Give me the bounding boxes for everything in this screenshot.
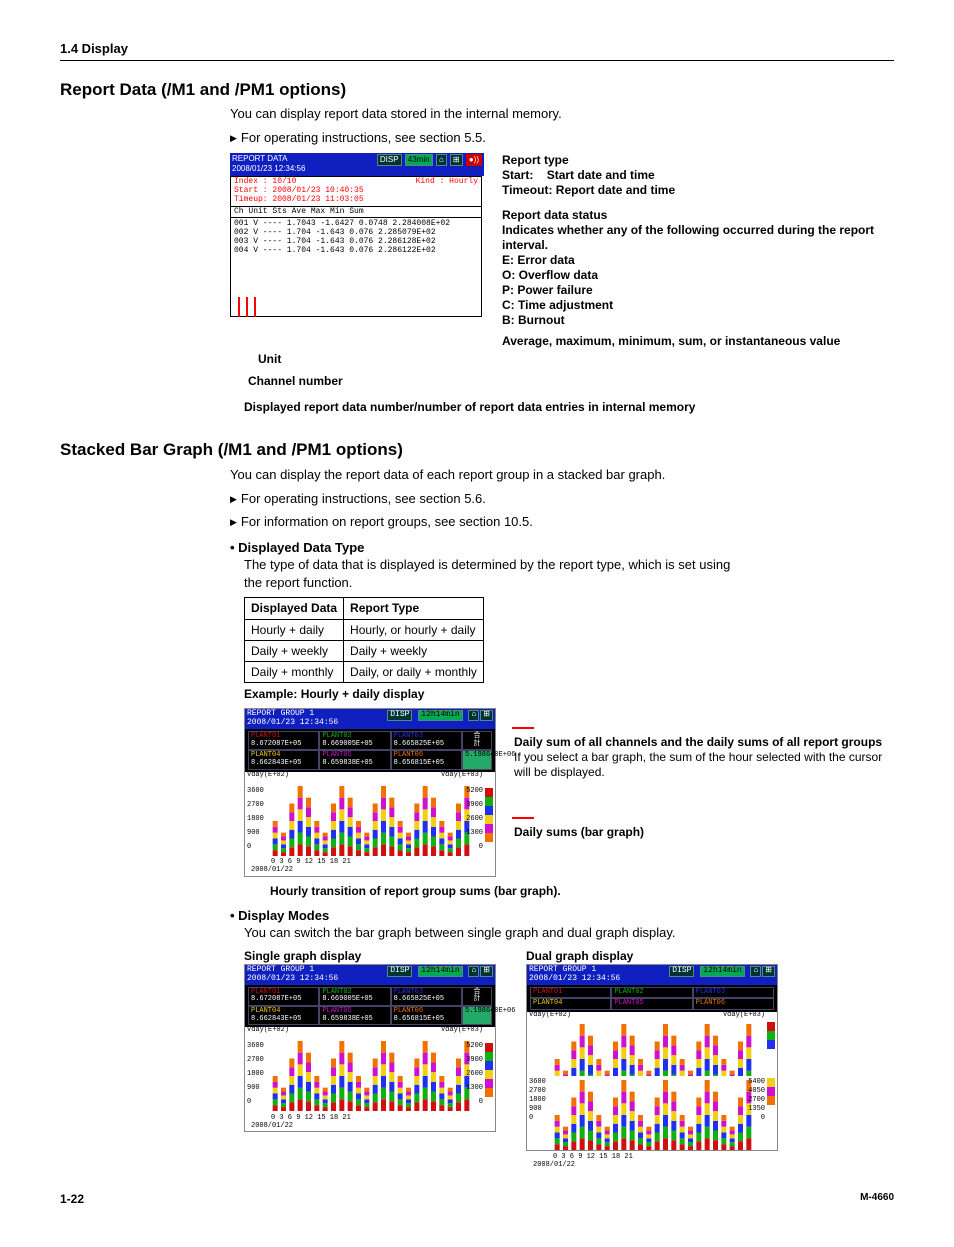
section-number: 1.4 Display [60,41,128,56]
interval-badge: 43min [405,154,433,167]
stacked-bar-figure: REPORT GROUP 12008/01/23 12:34:56 DISP 1… [244,708,496,876]
display-modes-head: Display Modes [230,907,894,925]
xref-5-5: For operating instructions, see section … [230,129,894,147]
dual-graph-figure: REPORT GROUP 12008/01/23 12:34:56 DISP 1… [526,964,778,1151]
report-annotations: Report type Start: Start date and time T… [502,153,894,349]
page-header: 1.4 Display [60,40,894,61]
page-number: 1-22 [60,1191,84,1207]
heading-report-data: Report Data (/M1 and /PM1 options) [60,79,894,102]
doc-number: M-4660 [860,1191,894,1207]
grid-icon: ⊞ [450,154,463,167]
unit-label: Unit [258,352,281,366]
single-graph-caption: Single graph display [244,948,496,964]
intro-text: You can display report data stored in th… [230,105,894,123]
report-rows: 001 V ---- 1.7043 -1.6427 0.0748 2.28400… [231,218,481,315]
report-type-table: Displayed DataReport Type Hourly + daily… [244,597,484,683]
channel-number-label: Channel number [248,374,343,388]
display-modes-body: You can switch the bar graph between sin… [244,924,894,942]
displayed-data-type-head: Displayed Data Type [230,539,894,557]
key-icon: ⌂ [436,154,447,167]
single-graph-figure: REPORT GROUP 12008/01/23 12:34:56 DISP 1… [244,964,496,1132]
xref-10-5: For information on report groups, see se… [230,513,894,531]
entries-caption: Displayed report data number/number of r… [244,399,894,415]
heading-stacked-bar: Stacked Bar Graph (/M1 and /PM1 options) [60,439,894,462]
hourly-transition-caption: Hourly transition of report group sums (… [270,883,894,899]
disp-icon: DISP [377,154,402,167]
example-caption: Example: Hourly + daily display [244,686,894,702]
xref-5-6: For operating instructions, see section … [230,490,894,508]
rec-icon: ●)) [466,154,482,167]
dual-graph-caption: Dual graph display [526,948,778,964]
ddt-body-2: the report function. [244,575,352,590]
report-data-figure: REPORT DATA2008/01/23 12:34:56 DISP 43mi… [230,153,484,339]
ddt-body-1: The type of data that is displayed is de… [244,557,730,572]
intro2: You can display the report data of each … [230,466,894,484]
